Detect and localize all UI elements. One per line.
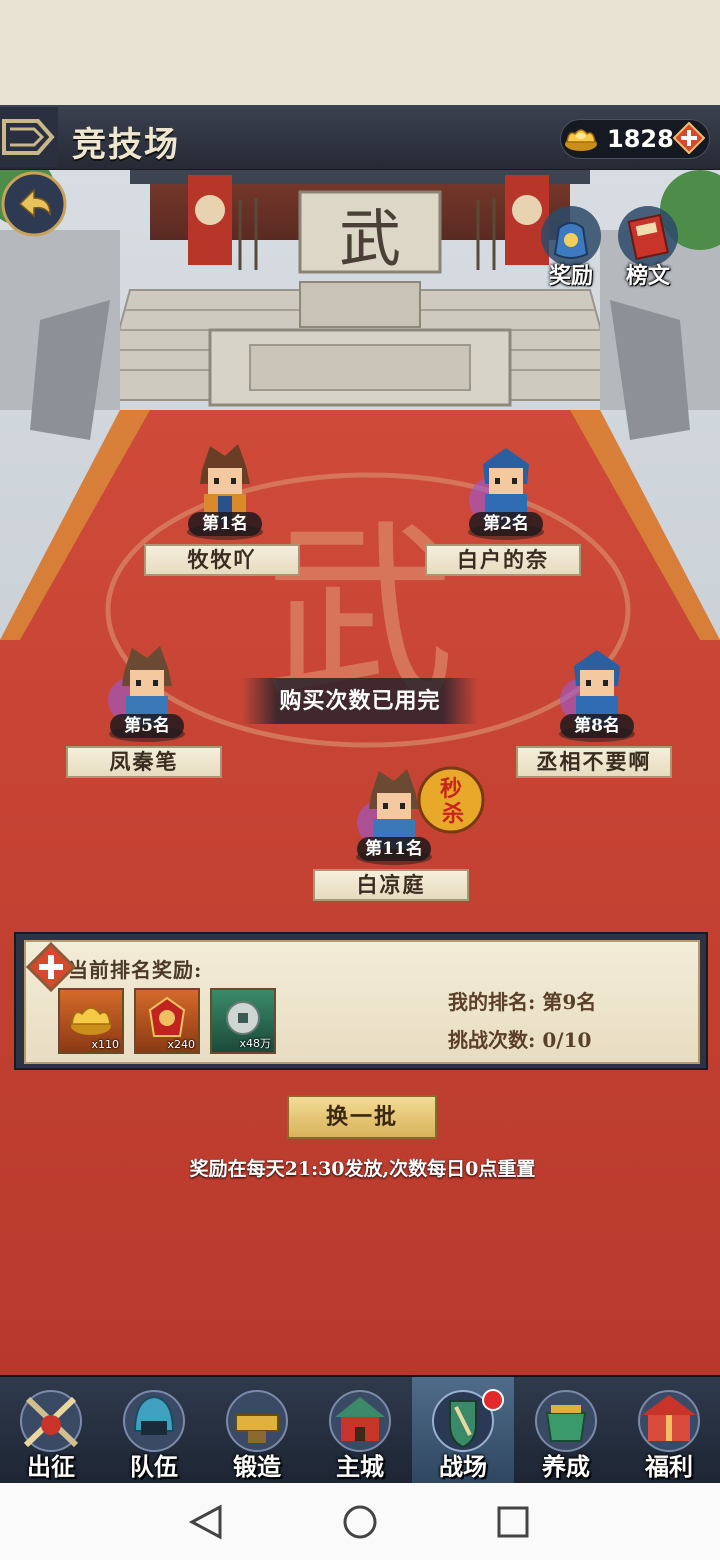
opponent-rank-2[interactable]: 第2名 白户的奈 bbox=[425, 440, 585, 585]
nav-label: 战场 bbox=[439, 1452, 487, 1481]
my-rank: 我的排名: 第9名 bbox=[448, 990, 597, 1014]
system-navigation-bar bbox=[0, 1483, 720, 1560]
nav-label: 养成 bbox=[542, 1452, 590, 1481]
home-circle-icon[interactable] bbox=[340, 1502, 380, 1542]
rank-reward-inner: 当前排名奖励: x110 x240 x48万 我的排名: 第9名 挑战次数: 0… bbox=[24, 940, 700, 1064]
opponent-name: 丞相不要啊 bbox=[516, 746, 672, 778]
rank-badge: 第8名 bbox=[560, 714, 634, 738]
reward-item-gold[interactable]: x110 bbox=[58, 988, 124, 1054]
instant-kill-text-1: 秒 bbox=[440, 776, 462, 802]
bottom-navigation: 出征 队伍 锻造 主城 战场 养成 福利 bbox=[0, 1375, 720, 1485]
refresh-opponents-button[interactable]: 换一批 bbox=[287, 1095, 437, 1139]
opponent-rank-8[interactable]: 第8名 丞相不要啊 bbox=[516, 642, 676, 787]
recents-square-icon[interactable] bbox=[494, 1503, 532, 1541]
reset-notice: 奖励在每天21:30发放,次数每日0点重置 bbox=[189, 1158, 536, 1180]
opponent-name: 白户的奈 bbox=[425, 544, 581, 576]
opponent-name: 牧牧吖 bbox=[144, 544, 300, 576]
reward-qty: x48万 bbox=[239, 1037, 271, 1050]
notification-dot bbox=[482, 1389, 504, 1411]
svg-text:武: 武 bbox=[339, 202, 401, 275]
instant-kill-badge[interactable]: 秒 杀 bbox=[416, 765, 486, 835]
opponent-name: 白凉庭 bbox=[313, 869, 469, 901]
instant-kill-text-2: 杀 bbox=[442, 801, 464, 827]
arena-scene: 武 武 奖励 榜文 第1名 牧牧吖 第2名 白户的奈 第5名 凤秦笔 第8名 丞… bbox=[0, 170, 720, 1375]
notice-board-button[interactable]: 榜文 bbox=[610, 200, 686, 290]
nav-cultivate[interactable]: 养成 bbox=[515, 1377, 617, 1485]
nav-main-city[interactable]: 主城 bbox=[309, 1377, 411, 1485]
page-title: 竞技场 bbox=[72, 125, 180, 165]
nav-label: 主城 bbox=[336, 1452, 384, 1481]
reward-qty: x240 bbox=[167, 1038, 195, 1051]
challenge-count: 挑战次数: 0/10 bbox=[448, 1028, 592, 1052]
reward-item-token[interactable]: x240 bbox=[134, 988, 200, 1054]
reward-item-coin[interactable]: x48万 bbox=[210, 988, 276, 1054]
status-area bbox=[0, 0, 720, 107]
notice-board-label: 榜文 bbox=[625, 264, 670, 289]
back-button[interactable] bbox=[0, 170, 68, 238]
gold-counter: 1828 bbox=[560, 119, 710, 159]
reward-title: 当前排名奖励: bbox=[68, 958, 203, 982]
rank-badge: 第11名 bbox=[357, 837, 431, 861]
purchase-exhausted-notice: 购买次数已用完 bbox=[242, 678, 478, 724]
opponent-name: 凤秦笔 bbox=[66, 746, 222, 778]
reward-qty: x110 bbox=[91, 1038, 119, 1051]
back-triangle-icon[interactable] bbox=[186, 1503, 226, 1541]
nav-expedition[interactable]: 出征 bbox=[0, 1377, 102, 1485]
reward-button[interactable]: 奖励 bbox=[533, 200, 609, 290]
add-gold-button[interactable] bbox=[673, 122, 705, 154]
opponent-rank-5[interactable]: 第5名 凤秦笔 bbox=[66, 642, 226, 787]
rank-reward-panel: 当前排名奖励: x110 x240 x48万 我的排名: 第9名 挑战次数: 0… bbox=[14, 932, 708, 1070]
nav-team[interactable]: 队伍 bbox=[103, 1377, 205, 1485]
rank-badge: 第1名 bbox=[188, 512, 262, 536]
header-emblem-icon bbox=[0, 107, 58, 167]
nav-forge[interactable]: 锻造 bbox=[206, 1377, 308, 1485]
nav-welfare[interactable]: 福利 bbox=[618, 1377, 720, 1485]
rank-badge: 第2名 bbox=[469, 512, 543, 536]
reward-button-label: 奖励 bbox=[548, 264, 593, 289]
nav-label: 出征 bbox=[27, 1452, 75, 1481]
instant-kill-icon: 秒 杀 bbox=[417, 766, 485, 834]
nav-label: 队伍 bbox=[130, 1452, 178, 1481]
add-challenge-button[interactable] bbox=[26, 942, 76, 992]
rank-badge: 第5名 bbox=[110, 714, 184, 738]
nav-label: 福利 bbox=[645, 1452, 693, 1481]
nav-label: 锻造 bbox=[233, 1452, 281, 1481]
opponent-rank-1[interactable]: 第1名 牧牧吖 bbox=[144, 440, 304, 585]
nav-battlefield[interactable]: 战场 bbox=[412, 1377, 514, 1485]
header-bar: 竞技场 1828 bbox=[0, 105, 720, 171]
gold-ingot-icon bbox=[565, 129, 597, 151]
gold-amount: 1828 bbox=[607, 125, 674, 153]
